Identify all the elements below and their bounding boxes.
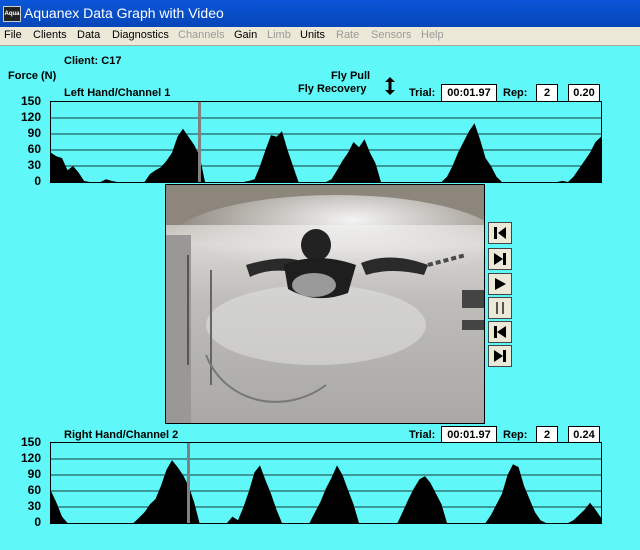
legend-pull: Fly Pull xyxy=(331,70,371,82)
window-title: Aquanex Data Graph with Video xyxy=(24,5,224,21)
up-down-arrow-icon xyxy=(385,77,395,95)
top-force-trace xyxy=(51,123,601,182)
top-y-tick-30: 30 xyxy=(27,158,41,172)
swimmer-video-image xyxy=(166,185,484,423)
step-back-icon xyxy=(494,326,506,338)
play-icon xyxy=(495,278,506,290)
skip-to-start-button[interactable] xyxy=(488,222,512,244)
top-force-value: 0.20 xyxy=(568,84,600,102)
bottom-force-chart xyxy=(51,443,601,523)
bottom-y-tick-30: 30 xyxy=(27,499,41,513)
top-rep-label: Rep: xyxy=(503,87,528,99)
menu-rate: Rate xyxy=(336,29,360,41)
step-back-button[interactable] xyxy=(488,321,512,343)
menu-units[interactable]: Units xyxy=(300,29,325,41)
step-forward-button[interactable] xyxy=(488,248,512,270)
top-y-tick-0: 0 xyxy=(34,174,41,188)
title-bar: Aqua Aquanex Data Graph with Video xyxy=(0,0,640,27)
skip-to-start-icon xyxy=(494,227,506,239)
bottom-y-tick-90: 90 xyxy=(27,467,41,481)
menu-help: Help xyxy=(421,29,444,41)
client-label: Client: C17 xyxy=(64,55,122,67)
bottom-panel-title: Right Hand/Channel 2 xyxy=(64,429,179,441)
force-unit-label: Force (N) xyxy=(8,70,57,82)
top-trial-label: Trial: xyxy=(409,87,436,99)
bottom-y-tick-60: 60 xyxy=(27,483,41,497)
skip-to-end-button[interactable] xyxy=(488,345,512,367)
top-panel-title: Left Hand/Channel 1 xyxy=(64,87,171,99)
menu-gain[interactable]: Gain xyxy=(234,29,257,41)
bottom-y-tick-120: 120 xyxy=(20,451,41,465)
menu-bar: File Clients Data Diagnostics Channels G… xyxy=(0,27,640,46)
bottom-y-tick-0: 0 xyxy=(34,515,41,529)
bottom-y-tick-150: 150 xyxy=(20,435,41,449)
pause-icon xyxy=(496,302,504,314)
menu-file[interactable]: File xyxy=(4,29,22,41)
legend-recovery: Fly Recovery xyxy=(298,83,367,95)
play-button[interactable] xyxy=(488,273,512,295)
app-icon: Aqua xyxy=(3,6,21,22)
top-trial-time: 00:01.97 xyxy=(441,84,497,102)
bottom-force-plot xyxy=(50,442,602,524)
menu-sensors: Sensors xyxy=(371,29,412,41)
top-force-plot xyxy=(50,101,602,183)
menu-diagnostics[interactable]: Diagnostics xyxy=(112,29,169,41)
top-y-tick-90: 90 xyxy=(27,126,41,140)
menu-data[interactable]: Data xyxy=(77,29,100,41)
bottom-force-trace xyxy=(51,460,601,523)
menu-channels: Channels xyxy=(178,29,225,41)
top-y-tick-60: 60 xyxy=(27,142,41,156)
menu-clients[interactable]: Clients xyxy=(33,29,67,41)
top-rep-value: 2 xyxy=(536,84,558,102)
top-force-chart xyxy=(51,102,601,182)
top-y-tick-120: 120 xyxy=(20,110,41,124)
pause-button[interactable] xyxy=(488,297,512,319)
video-frame[interactable] xyxy=(165,184,485,424)
bottom-trial-label: Trial: xyxy=(409,429,436,441)
skip-to-end-icon xyxy=(494,350,506,362)
bottom-time-cursor[interactable] xyxy=(187,443,190,523)
bottom-rep-label: Rep: xyxy=(503,429,528,441)
menu-limb: Limb xyxy=(267,29,291,41)
top-y-tick-150: 150 xyxy=(20,94,41,108)
step-forward-icon xyxy=(494,253,506,265)
top-time-cursor[interactable] xyxy=(198,102,201,182)
